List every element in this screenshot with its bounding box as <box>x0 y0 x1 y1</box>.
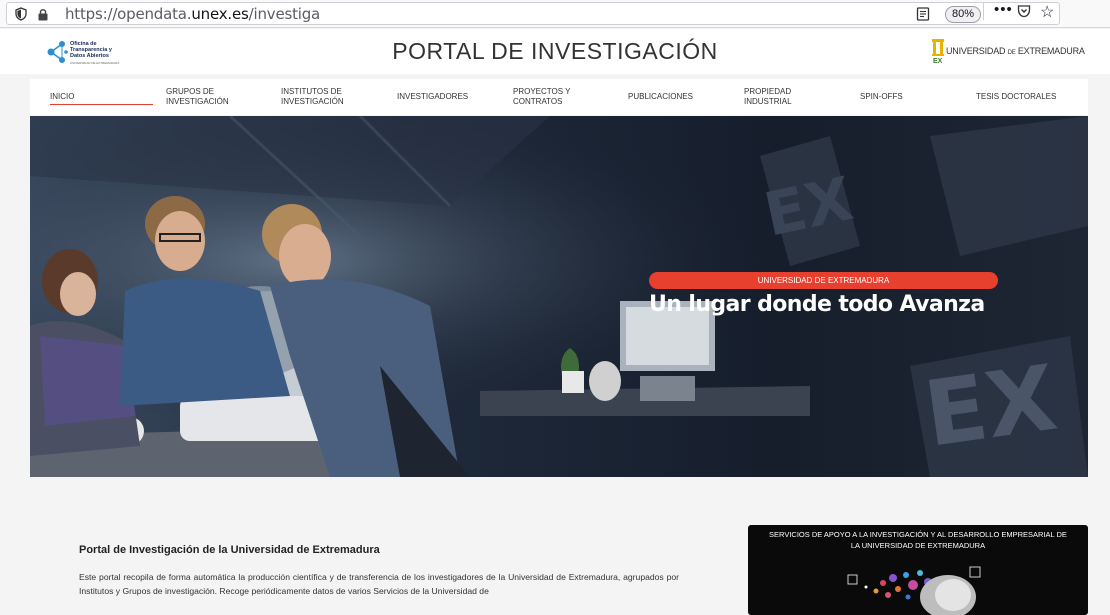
nav-item-institutos-de-investigacion[interactable]: INSTITUTOS DE INVESTIGACIÓN <box>281 79 361 115</box>
nav-item-propiedad-industrial[interactable]: PROPIEDAD INDUSTRIAL <box>744 79 804 115</box>
bookmark-star-icon[interactable]: ☆ <box>1040 2 1054 22</box>
services-card[interactable]: SERVICIOS DE APOYO A LA INVESTIGACIÓN Y … <box>748 525 1088 615</box>
intro-title: Portal de Investigación de la Universida… <box>79 544 380 556</box>
zoom-level-badge[interactable]: 80% <box>945 6 981 23</box>
reader-view-icon[interactable] <box>916 7 930 21</box>
university-name-de: DE <box>1007 50 1016 56</box>
hero-headline: Un lugar donde todo Avanza <box>649 292 985 317</box>
nav-item-inicio[interactable]: INICIO <box>50 79 153 115</box>
nav-item-tesis-doctorales[interactable]: TESIS DOCTORALES <box>976 79 1076 115</box>
url-prefix: https://opendata. <box>65 5 192 23</box>
nav-item-spin-offs[interactable]: SPIN-OFFS <box>860 79 940 115</box>
intro-paragraph: Este portal recopila de forma automática… <box>79 572 679 596</box>
svg-text:EX: EX <box>918 346 1062 468</box>
url-domain: unex.es <box>191 5 249 23</box>
university-name-main: UNIVERSIDAD <box>946 46 1006 56</box>
university-logo[interactable]: EX UNIVERSIDAD DE EXTREMADURA <box>930 38 1085 66</box>
university-name: UNIVERSIDAD DE EXTREMADURA <box>946 46 1085 56</box>
hero-university-badge: UNIVERSIDAD DE EXTREMADURA <box>649 272 998 289</box>
site-header: Oficina de Transparencia y Datos Abierto… <box>0 29 1110 74</box>
main-navigation: INICIO GRUPOS DE INVESTIGACIÓN INSTITUTO… <box>30 79 1088 115</box>
svg-text:EX: EX <box>933 58 943 64</box>
services-title: SERVICIOS DE APOYO A LA INVESTIGACIÓN Y … <box>769 530 1067 550</box>
university-crest-icon: EX <box>932 39 944 64</box>
nav-item-proyectos-y-contratos[interactable]: PROYECTOS Y CONTRATOS <box>513 79 579 115</box>
university-name-region: EXTREMADURA <box>1017 46 1085 56</box>
nav-item-grupos-de-investigacion[interactable]: GRUPOS DE INVESTIGACIÓN <box>166 79 246 115</box>
lock-icon[interactable] <box>37 8 49 21</box>
more-actions-icon[interactable]: ••• <box>994 1 1013 18</box>
url-text[interactable]: https://opendata.unex.es/investiga <box>65 5 320 23</box>
nav-item-investigadores[interactable]: INVESTIGADORES <box>397 79 477 115</box>
url-path: /investiga <box>248 5 321 23</box>
url-bar[interactable]: https://opendata.unex.es/investiga 80% <box>6 2 1060 25</box>
nav-item-publicaciones[interactable]: PUBLICACIONES <box>628 79 708 115</box>
shield-icon[interactable] <box>15 7 27 21</box>
browser-toolbar: https://opendata.unex.es/investiga 80% •… <box>0 0 1110 28</box>
toolbar-separator <box>983 3 984 20</box>
pocket-icon[interactable] <box>1017 4 1031 18</box>
hero-banner: EX EX UNIVERSIDAD DE EXTREMADURA Un luga… <box>30 116 1088 477</box>
